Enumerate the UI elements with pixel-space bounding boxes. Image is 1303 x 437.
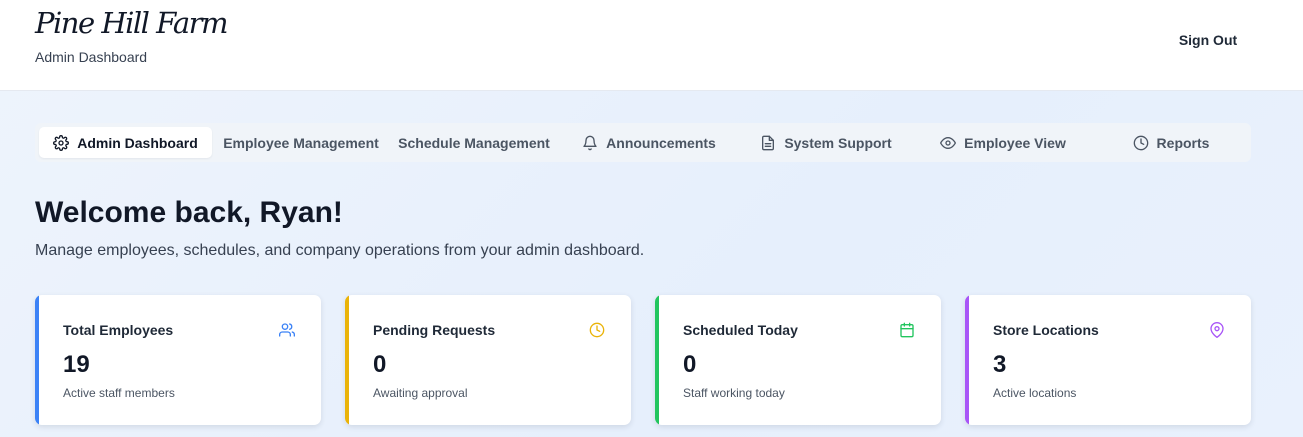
- tab-employee-management[interactable]: Employee Management: [215, 127, 387, 158]
- app-header: Pine Hill Farm Admin Dashboard Sign Out: [0, 0, 1303, 91]
- tab-schedule-management[interactable]: Schedule Management: [390, 127, 558, 158]
- tab-reports[interactable]: Reports: [1093, 127, 1249, 158]
- card-accent-bar: [965, 295, 969, 425]
- bell-icon: [582, 135, 598, 151]
- card-value: 0: [373, 351, 387, 378]
- card-title: Store Locations: [993, 322, 1099, 338]
- tab-label: Reports: [1156, 134, 1210, 151]
- map-pin-icon: [1209, 322, 1225, 338]
- tab-label: Admin Dashboard: [77, 134, 198, 151]
- main-nav-tabs: Admin Dashboard Employee Management Sche…: [35, 123, 1251, 162]
- tab-announcements[interactable]: Announcements: [562, 127, 736, 158]
- clock-icon: [589, 322, 605, 338]
- card-accent-bar: [345, 295, 349, 425]
- tab-employee-view[interactable]: Employee View: [916, 127, 1090, 158]
- document-icon: [760, 135, 776, 151]
- tab-label: Announcements: [606, 134, 716, 151]
- tab-label: Employee View: [964, 134, 1066, 151]
- stat-card-store-locations: Store Locations 3 Active locations: [965, 295, 1251, 425]
- card-value: 3: [993, 351, 1007, 378]
- tab-admin-dashboard[interactable]: Admin Dashboard: [39, 127, 212, 158]
- card-description: Staff working today: [683, 386, 785, 400]
- stat-card-scheduled-today: Scheduled Today 0 Staff working today: [655, 295, 941, 425]
- card-description: Active staff members: [63, 386, 175, 400]
- eye-icon: [940, 135, 957, 151]
- welcome-heading: Welcome back, Ryan!: [35, 196, 343, 229]
- tab-label: Employee Management: [223, 134, 379, 151]
- sign-out-button[interactable]: Sign Out: [1166, 27, 1250, 53]
- users-icon: [279, 322, 296, 338]
- brand-logo[interactable]: Pine Hill Farm: [35, 6, 228, 40]
- welcome-description: Manage employees, schedules, and company…: [35, 242, 645, 259]
- card-value: 19: [63, 351, 90, 378]
- gear-icon: [53, 134, 70, 151]
- card-description: Active locations: [993, 386, 1077, 400]
- tab-label: System Support: [784, 134, 892, 151]
- card-value: 0: [683, 351, 697, 378]
- card-accent-bar: [655, 295, 659, 425]
- card-title: Pending Requests: [373, 322, 496, 338]
- tab-label: Schedule Management: [398, 134, 550, 151]
- header-subtitle: Admin Dashboard: [35, 49, 148, 65]
- tab-system-support[interactable]: System Support: [739, 127, 913, 158]
- card-description: Awaiting approval: [373, 386, 468, 400]
- card-title: Scheduled Today: [683, 322, 798, 338]
- calendar-icon: [899, 322, 915, 338]
- card-accent-bar: [35, 295, 39, 425]
- stat-card-total-employees: Total Employees 19 Active staff members: [35, 295, 321, 425]
- stat-card-pending-requests: Pending Requests 0 Awaiting approval: [345, 295, 631, 425]
- card-title: Total Employees: [63, 322, 174, 338]
- clock-icon: [1133, 135, 1149, 151]
